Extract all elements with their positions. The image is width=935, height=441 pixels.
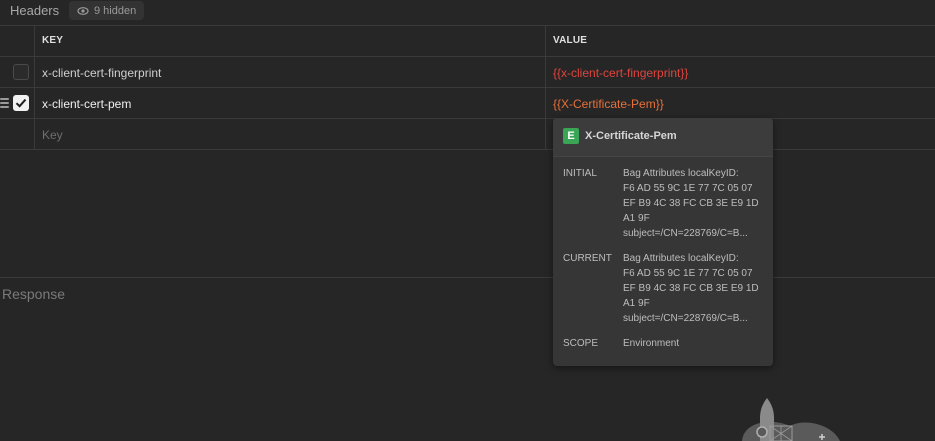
table-row: x-client-cert-pem {{X-Certificate-Pem}}: [0, 87, 935, 119]
current-label: CURRENT: [563, 253, 612, 264]
initial-label: INITIAL: [563, 168, 597, 179]
scope-label: SCOPE: [563, 338, 599, 349]
tooltip-header: E X-Certificate-Pem: [553, 118, 773, 157]
value-column-header: VALUE: [553, 35, 588, 46]
header-key-input[interactable]: x-client-cert-pem: [42, 97, 131, 111]
table-bottom-border: [0, 149, 935, 150]
row-enable-checkbox[interactable]: [13, 64, 29, 80]
section-title: Headers: [10, 3, 60, 18]
hidden-count-label: 9 hidden: [94, 4, 137, 17]
row-enable-checkbox[interactable]: [13, 95, 29, 111]
variable-tooltip: E X-Certificate-Pem INITIAL Bag Attribut…: [553, 118, 773, 366]
header-value-input[interactable]: {{X-Certificate-Pem}}: [553, 97, 664, 111]
eye-icon: [77, 6, 89, 15]
environment-badge-icon: E: [563, 128, 579, 144]
key-column-header: KEY: [42, 35, 64, 46]
drag-handle-icon[interactable]: [0, 98, 9, 108]
hidden-headers-toggle[interactable]: 9 hidden: [69, 1, 145, 20]
new-key-input[interactable]: Key: [42, 128, 63, 142]
table-row-new: Key: [0, 118, 935, 150]
response-panel-label: Response: [2, 286, 66, 302]
scope-value: Environment: [623, 338, 680, 349]
table-row: x-client-cert-fingerprint {{x-client-cer…: [0, 56, 935, 88]
header-key-input[interactable]: x-client-cert-fingerprint: [42, 66, 161, 80]
headers-section-header: Headers 9 hidden: [0, 0, 935, 25]
rocket-illustration-icon: [742, 398, 840, 441]
checkmark-icon: [15, 98, 27, 108]
current-value: Bag Attributes localKeyID: F6 AD 55 9C 1…: [623, 253, 759, 324]
variable-name: X-Certificate-Pem: [585, 130, 677, 142]
table-header-row: KEY VALUE: [0, 25, 935, 57]
header-value-input[interactable]: {{x-client-cert-fingerprint}}: [553, 66, 688, 80]
response-divider: [0, 277, 935, 278]
initial-value: Bag Attributes localKeyID: F6 AD 55 9C 1…: [623, 168, 759, 239]
